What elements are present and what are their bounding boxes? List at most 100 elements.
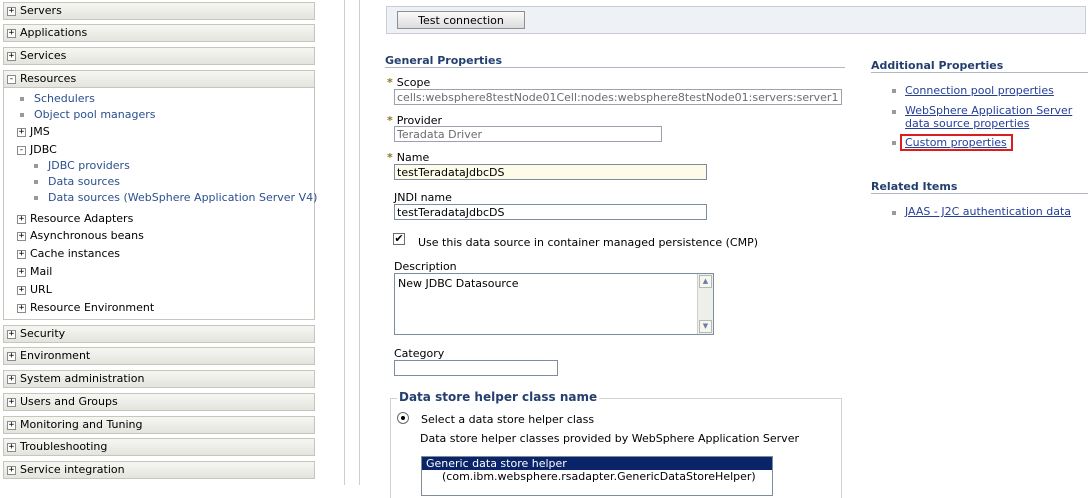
name-input[interactable] [394,164,707,180]
nav-section-label: Services [20,49,67,62]
expand-icon[interactable]: + [7,442,16,452]
general-properties-title: General Properties [385,54,503,67]
textarea-scrollbar[interactable]: ▲ ▼ [697,274,713,334]
related-items-title: Related Items [871,180,958,193]
category-input[interactable] [394,360,558,376]
frame-divider [344,0,345,485]
nav-section-applications[interactable]: + Applications [3,24,315,42]
expand-icon[interactable]: + [17,214,26,224]
name-label: * Name [387,151,430,164]
nav-item-object-pool-managers[interactable]: Object pool managers [20,108,156,122]
nav-section-servers[interactable]: + Servers [3,2,315,20]
nav-section-label: System administration [20,372,145,385]
select-helper-label: Select a data store helper class [421,413,595,426]
nav-section-label: Users and Groups [20,395,118,408]
bullet-icon [892,211,896,215]
navigation-tree: + Servers + Applications + Services - Resour… [0,0,317,485]
provider-field[interactable] [394,126,662,142]
helper-option-generic[interactable]: Generic data store helper [422,457,772,470]
helper-class-title: Data store helper class name [397,390,600,404]
bullet-icon [20,97,24,101]
nav-section-troubleshooting[interactable]: + Troubleshooting [3,438,315,456]
helper-class-listbox[interactable]: Generic data store helper (com.ibm.websp… [421,456,773,496]
expand-icon[interactable]: + [7,420,16,430]
scroll-down-icon[interactable]: ▼ [699,320,712,333]
nav-section-service-integration[interactable]: + Service integration [3,461,315,479]
required-icon: * [387,151,393,164]
description-text: New JDBC Datasource [398,277,519,290]
expand-icon[interactable]: + [17,303,26,313]
nav-section-services[interactable]: + Services [3,47,315,65]
nav-item-schedulers[interactable]: Schedulers [20,92,95,106]
expand-icon[interactable]: + [17,127,26,137]
nav-item-asynchronous-beans[interactable]: + Asynchronous beans [17,229,144,243]
required-icon: * [387,76,393,89]
nav-section-label: Monitoring and Tuning [20,418,143,431]
expand-icon[interactable]: + [7,351,16,361]
custom-properties-link[interactable]: Custom properties [905,136,1007,149]
nav-section-label: Troubleshooting [20,440,108,453]
expand-icon[interactable]: + [7,397,16,407]
nav-item-data-sources-v4[interactable]: Data sources (WebSphere Application Serv… [34,191,317,205]
nav-section-label: Service integration [20,463,125,476]
nav-item-resource-adapters[interactable]: + Resource Adapters [17,212,133,226]
nav-item-jms[interactable]: + JMS [17,125,50,139]
collapse-icon[interactable]: - [7,74,16,84]
collapse-icon[interactable]: - [17,145,26,155]
nav-section-label: Environment [20,349,91,362]
nav-section-resources[interactable]: - Resources [3,70,315,88]
required-icon: * [387,114,393,127]
expand-icon[interactable]: + [7,374,16,384]
expand-icon[interactable]: + [7,6,16,16]
nav-section-label: Servers [20,4,62,17]
helper-option-generic-class[interactable]: (com.ibm.websphere.rsadapter.GenericData… [422,470,772,483]
bullet-icon [20,113,24,117]
nav-item-data-sources[interactable]: Data sources [34,175,120,189]
additional-properties-title: Additional Properties [871,59,1004,72]
was-data-source-properties-link[interactable]: WebSphere Application Server data source… [905,104,1072,130]
scope-label: * Scope [387,76,431,89]
connection-pool-properties-link[interactable]: Connection pool properties [905,84,1054,97]
test-connection-button[interactable]: Test connection [397,11,525,29]
button-bar: Test connection [386,6,1086,34]
category-label: Category [394,347,445,360]
nav-section-label: Resources [20,72,77,85]
expand-icon[interactable]: + [17,285,26,295]
bullet-icon [34,196,38,200]
nav-item-cache-instances[interactable]: + Cache instances [17,247,120,261]
nav-item-resource-environment[interactable]: + Resource Environment [17,301,154,315]
nav-section-users-and-groups[interactable]: + Users and Groups [3,393,315,411]
nav-section-system-administration[interactable]: + System administration [3,370,315,388]
nav-item-mail[interactable]: + Mail [17,265,52,279]
nav-item-url[interactable]: + URL [17,283,52,297]
scope-field[interactable] [394,89,842,105]
jaas-j2c-authentication-link[interactable]: JAAS - J2C authentication data [905,205,1071,218]
nav-item-jdbc-providers[interactable]: JDBC providers [34,159,130,173]
nav-section-monitoring-and-tuning[interactable]: + Monitoring and Tuning [3,416,315,434]
jndi-name-input[interactable] [394,204,707,220]
nav-item-jdbc[interactable]: - JDBC [17,143,57,157]
description-label: Description [394,260,457,273]
section-divider [871,193,1088,194]
nav-section-label: Applications [20,26,88,39]
nav-section-environment[interactable]: + Environment [3,347,315,365]
cmp-checkbox[interactable]: ✔ [393,233,405,245]
expand-icon[interactable]: + [7,329,16,339]
bullet-icon [34,180,38,184]
bullet-icon [34,164,38,168]
expand-icon[interactable]: + [7,465,16,475]
scroll-up-icon[interactable]: ▲ [699,275,712,288]
helper-classes-caption: Data store helper classes provided by We… [420,432,799,445]
description-textarea[interactable]: New JDBC Datasource ▲ ▼ [394,273,714,335]
nav-section-label: Security [20,327,66,340]
cmp-label: Use this data source in container manage… [418,236,758,249]
expand-icon[interactable]: + [7,51,16,61]
nav-section-security[interactable]: + Security [3,325,315,343]
bullet-icon [892,89,896,93]
select-helper-radio[interactable] [397,412,409,424]
jndi-name-label: JNDI name [394,191,452,204]
expand-icon[interactable]: + [17,267,26,277]
expand-icon[interactable]: + [7,28,16,38]
expand-icon[interactable]: + [17,249,26,259]
expand-icon[interactable]: + [17,231,26,241]
